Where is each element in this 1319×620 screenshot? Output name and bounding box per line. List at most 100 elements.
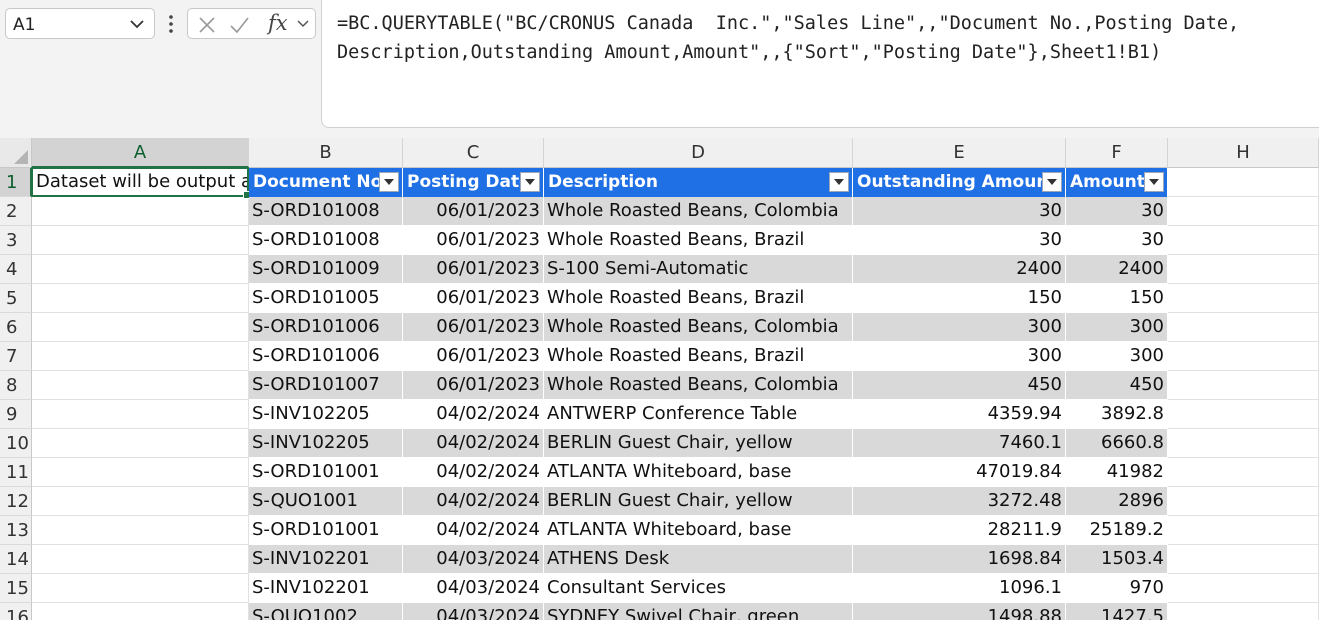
cell[interactable] (1168, 516, 1319, 545)
table-cell[interactable]: S-ORD101008 (249, 197, 403, 226)
table-cell[interactable]: BERLIN Guest Chair, yellow (544, 429, 853, 458)
row-header[interactable]: 15 (0, 574, 32, 603)
cell[interactable] (1168, 168, 1319, 197)
column-header-c[interactable]: C (403, 138, 544, 168)
chevron-down-icon[interactable] (295, 16, 311, 32)
table-cell[interactable]: 450 (1066, 371, 1168, 400)
column-header-e[interactable]: E (853, 138, 1066, 168)
table-header-outstanding-amount[interactable]: Outstanding Amount (853, 168, 1066, 197)
cell-a1[interactable]: Dataset will be output as (32, 168, 249, 197)
table-cell[interactable]: ATHENS Desk (544, 545, 853, 574)
cell[interactable] (1168, 313, 1319, 342)
table-cell[interactable]: S-ORD101006 (249, 342, 403, 371)
table-cell[interactable]: 25189.2 (1066, 516, 1168, 545)
table-cell[interactable]: 04/03/2024 (403, 574, 544, 603)
cell[interactable] (32, 284, 249, 313)
column-header-f[interactable]: F (1066, 138, 1168, 168)
row-header[interactable]: 1 (0, 168, 32, 197)
table-cell[interactable]: S-INV102201 (249, 574, 403, 603)
cell[interactable] (32, 545, 249, 574)
row-header[interactable]: 11 (0, 458, 32, 487)
cell[interactable] (1168, 342, 1319, 371)
more-options-icon[interactable] (166, 12, 176, 36)
table-cell[interactable]: 06/01/2023 (403, 342, 544, 371)
spreadsheet-grid[interactable]: A B C D E F H 1 2 3 4 5 6 7 8 9 10 11 12 13 14 15 16 Dataset wi… (0, 138, 1319, 620)
table-cell[interactable]: 04/02/2024 (403, 458, 544, 487)
cell[interactable] (1168, 400, 1319, 429)
table-cell[interactable]: S-QUO1002 (249, 603, 403, 620)
table-cell[interactable]: 30 (853, 197, 1066, 226)
cell[interactable] (32, 429, 249, 458)
cell[interactable] (1168, 284, 1319, 313)
table-cell[interactable]: S-100 Semi-Automatic (544, 255, 853, 284)
row-header[interactable]: 14 (0, 545, 32, 574)
row-header[interactable]: 3 (0, 226, 32, 255)
cell[interactable] (32, 574, 249, 603)
table-cell[interactable]: Whole Roasted Beans, Colombia (544, 197, 853, 226)
column-header-h[interactable]: H (1168, 138, 1319, 168)
row-header[interactable]: 16 (0, 603, 32, 620)
table-cell[interactable]: 06/01/2023 (403, 226, 544, 255)
cell[interactable] (1168, 197, 1319, 226)
cell[interactable] (1168, 371, 1319, 400)
table-cell[interactable]: 1503.4 (1066, 545, 1168, 574)
table-cell[interactable]: 1096.1 (853, 574, 1066, 603)
formula-bar[interactable]: =BC.QUERYTABLE("BC/CRONUS Canada Inc.","… (321, 0, 1319, 128)
table-cell[interactable]: 06/01/2023 (403, 284, 544, 313)
table-cell[interactable]: S-ORD101001 (249, 458, 403, 487)
filter-dropdown-button[interactable] (520, 172, 540, 192)
cell[interactable] (1168, 545, 1319, 574)
table-cell[interactable]: 30 (1066, 197, 1168, 226)
table-cell[interactable]: ATLANTA Whiteboard, base (544, 516, 853, 545)
cell[interactable] (32, 313, 249, 342)
filter-dropdown-button[interactable] (1042, 172, 1062, 192)
row-header[interactable]: 5 (0, 284, 32, 313)
cell[interactable] (32, 342, 249, 371)
table-cell[interactable]: 06/01/2023 (403, 255, 544, 284)
cell[interactable] (32, 197, 249, 226)
row-header[interactable]: 4 (0, 255, 32, 284)
table-cell[interactable]: 30 (853, 226, 1066, 255)
cell[interactable] (32, 516, 249, 545)
table-cell[interactable]: BERLIN Guest Chair, yellow (544, 487, 853, 516)
table-cell[interactable]: 4359.94 (853, 400, 1066, 429)
cell[interactable] (1168, 603, 1319, 620)
cell[interactable] (1168, 429, 1319, 458)
cell[interactable] (1168, 487, 1319, 516)
table-cell[interactable]: 450 (853, 371, 1066, 400)
table-cell[interactable]: ATLANTA Whiteboard, base (544, 458, 853, 487)
row-header[interactable]: 13 (0, 516, 32, 545)
table-cell[interactable]: 2400 (853, 255, 1066, 284)
table-cell[interactable]: 3892.8 (1066, 400, 1168, 429)
cell[interactable] (32, 371, 249, 400)
cancel-icon[interactable] (196, 14, 218, 36)
table-cell[interactable]: S-ORD101009 (249, 255, 403, 284)
table-cell[interactable]: 28211.9 (853, 516, 1066, 545)
cell[interactable] (32, 400, 249, 429)
table-cell[interactable]: 1427.5 (1066, 603, 1168, 620)
table-cell[interactable]: 1698.84 (853, 545, 1066, 574)
table-cell[interactable]: 04/03/2024 (403, 603, 544, 620)
table-cell[interactable]: 06/01/2023 (403, 313, 544, 342)
table-cell[interactable]: S-ORD101008 (249, 226, 403, 255)
table-cell[interactable]: S-INV102201 (249, 545, 403, 574)
table-cell[interactable]: 2896 (1066, 487, 1168, 516)
cell[interactable] (32, 458, 249, 487)
table-cell[interactable]: 7460.1 (853, 429, 1066, 458)
cell[interactable] (32, 255, 249, 284)
cell[interactable] (1168, 255, 1319, 284)
table-cell[interactable]: 04/02/2024 (403, 516, 544, 545)
table-cell[interactable]: Consultant Services (544, 574, 853, 603)
filter-dropdown-button[interactable] (1144, 172, 1164, 192)
table-cell[interactable]: 30 (1066, 226, 1168, 255)
table-cell[interactable]: 300 (853, 313, 1066, 342)
filter-dropdown-button[interactable] (829, 172, 849, 192)
row-header[interactable]: 10 (0, 429, 32, 458)
cell[interactable] (1168, 226, 1319, 255)
filter-dropdown-button[interactable] (379, 172, 399, 192)
column-header-b[interactable]: B (249, 138, 403, 168)
table-cell[interactable]: S-QUO1001 (249, 487, 403, 516)
table-cell[interactable]: 970 (1066, 574, 1168, 603)
table-cell[interactable]: S-ORD101006 (249, 313, 403, 342)
cell[interactable] (32, 603, 249, 620)
